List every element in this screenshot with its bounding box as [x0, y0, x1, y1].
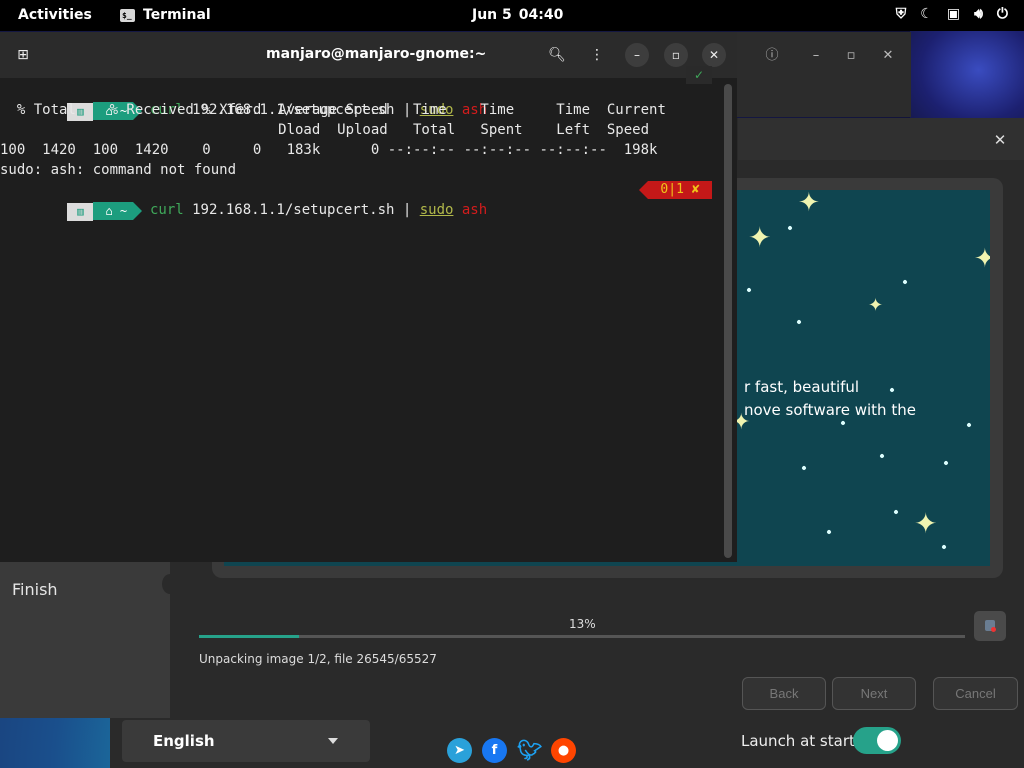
launch-at-start-toggle[interactable] — [853, 727, 901, 754]
wallpaper-corner — [910, 30, 1024, 130]
background-window: ⓘ – ▫ ✕ — [737, 32, 911, 117]
sidebar-item-finish: Finish — [12, 580, 58, 599]
terminal-line-cmd-2: ▥ ⌂ ~ curl 192.168.1.1/setupcert.sh | sud… — [0, 180, 487, 240]
search-icon[interactable]: 🔍︎ — [545, 43, 569, 67]
terminal-app-icon: $_ — [120, 8, 135, 22]
cmd-url: 192.168.1.1/setupcert.sh — [183, 202, 403, 218]
launch-at-start-label: Launch at start — [741, 732, 855, 750]
facebook-icon[interactable]: f — [482, 738, 507, 763]
progress-fill — [199, 635, 299, 638]
star-dot — [826, 529, 832, 535]
progress-bar — [199, 635, 965, 638]
activities-button[interactable]: Activities — [18, 7, 92, 23]
star-dot — [966, 422, 972, 428]
curl-stats: 100 1420 100 1420 0 0 183k 0 --:--:-- --… — [0, 142, 658, 158]
system-tray[interactable]: ⛨ ☾ ▣ 🔊︎ ⏻ — [896, 6, 1008, 22]
star-dot — [787, 225, 793, 231]
reddit-icon[interactable]: ● — [551, 738, 576, 763]
progress-label: 13% — [569, 617, 596, 631]
star-dot — [796, 319, 802, 325]
volume-icon[interactable]: 🔊︎ — [974, 6, 983, 22]
slide-text-line: r fast, beautiful — [744, 378, 860, 396]
next-button[interactable]: Next — [832, 677, 916, 710]
status-error-badge: 0|1 ✘ — [639, 181, 712, 199]
telegram-icon[interactable]: ➤ — [447, 738, 472, 763]
sidebar-tab-indicator — [162, 574, 178, 594]
app-name: Terminal — [143, 7, 211, 23]
screen-icon[interactable]: ▣ — [947, 6, 960, 22]
scrollbar[interactable] — [724, 84, 732, 558]
menu-icon[interactable]: ⋮ — [585, 43, 609, 67]
maximize-icon[interactable]: ▫ — [839, 44, 863, 68]
toggle-knob — [877, 730, 898, 751]
close-icon[interactable]: ✕ — [702, 43, 726, 67]
info-icon[interactable]: ⓘ — [760, 44, 784, 68]
maximize-icon[interactable]: ▫ — [664, 43, 688, 67]
toggle-log-button[interactable] — [974, 611, 1006, 641]
star-dot — [893, 509, 899, 515]
desktop: Activities $_ Terminal Jun 5 04:40 ⛨ ☾ ▣… — [0, 0, 1024, 768]
installer-sidebar: Finish — [0, 562, 178, 718]
terminal-window: ⊞ manjaro@manjaro-gnome:~ 🔍︎ ⋮ – ▫ ✕ ▥ ⌂ … — [0, 32, 737, 562]
close-icon[interactable]: ✕ — [876, 44, 900, 68]
slide-text: r fast, beautiful nove software with the — [744, 376, 916, 422]
cmd-ash: ash — [461, 202, 488, 218]
app-menu[interactable]: $_ Terminal — [120, 7, 211, 23]
terminal-headerbar: ⊞ manjaro@manjaro-gnome:~ 🔍︎ ⋮ – ▫ ✕ — [0, 32, 737, 78]
star-dot — [879, 453, 885, 459]
clock-time: 04:40 — [518, 7, 564, 23]
home-icon: ⌂ — [105, 204, 120, 218]
cmd-sudo: sudo — [419, 202, 454, 218]
new-tab-icon[interactable]: ⊞ — [11, 43, 35, 67]
install-status: Unpacking image 1/2, file 26545/65527 — [199, 652, 437, 666]
minimize-icon[interactable]: – — [625, 43, 649, 67]
power-icon[interactable]: ⏻ — [997, 6, 1008, 22]
slide-text-line: nove software with the — [744, 401, 916, 419]
error-line: sudo: ash: command not found — [0, 162, 237, 178]
cmd-pipe: | — [402, 202, 420, 218]
installer-close-icon[interactable]: ✕ — [988, 128, 1012, 152]
manjaro-logo-icon: ▥ — [67, 203, 94, 221]
star-icon: ✦ — [914, 507, 938, 540]
star-icon: ✦ — [974, 244, 990, 274]
star-icon: ✦ — [798, 190, 820, 218]
chevron-down-icon — [328, 738, 338, 744]
star-dot — [746, 287, 752, 293]
language-value: English — [153, 732, 215, 750]
log-icon — [985, 620, 996, 632]
language-select[interactable]: English — [122, 720, 370, 762]
curl-header-1: % Total % Received % Xferd Average Speed… — [0, 102, 666, 118]
shield-icon[interactable]: ⛨ — [896, 6, 907, 22]
cmd-curl: curl — [149, 202, 184, 218]
prompt-dir-text: ~ — [119, 204, 128, 218]
top-bar: Activities $_ Terminal Jun 5 04:40 ⛨ ☾ ▣… — [0, 0, 1024, 31]
clock[interactable]: Jun 5 04:40 — [472, 7, 563, 23]
prompt-dir: ⌂ ~ — [93, 202, 142, 220]
status-ok-badge: ✓ — [686, 66, 712, 84]
night-mode-icon[interactable]: ☾ — [920, 6, 933, 22]
star-dot — [801, 465, 807, 471]
minimize-icon[interactable]: – — [804, 44, 828, 68]
star-dot — [902, 279, 908, 285]
star-dot — [941, 544, 947, 550]
curl-header-2: Dload Upload Total Spent Left Speed — [0, 122, 650, 138]
back-button[interactable]: Back — [742, 677, 826, 710]
twitter-icon[interactable]: 🐦︎ — [517, 738, 542, 763]
terminal-output[interactable]: ▥ ⌂ ~ curl 192.168.1.1/setupcert.sh | sud… — [0, 80, 722, 560]
star-icon: ✦ — [748, 221, 772, 254]
prompt: ▥ ⌂ ~ — [67, 201, 142, 221]
cancel-button[interactable]: Cancel — [933, 677, 1018, 710]
installer-titlebar — [738, 118, 1024, 160]
clock-date: Jun 5 — [472, 7, 512, 23]
star-dot — [943, 460, 949, 466]
star-icon: ✦ — [868, 295, 884, 316]
terminal-title: manjaro@manjaro-gnome:~ — [266, 46, 487, 62]
